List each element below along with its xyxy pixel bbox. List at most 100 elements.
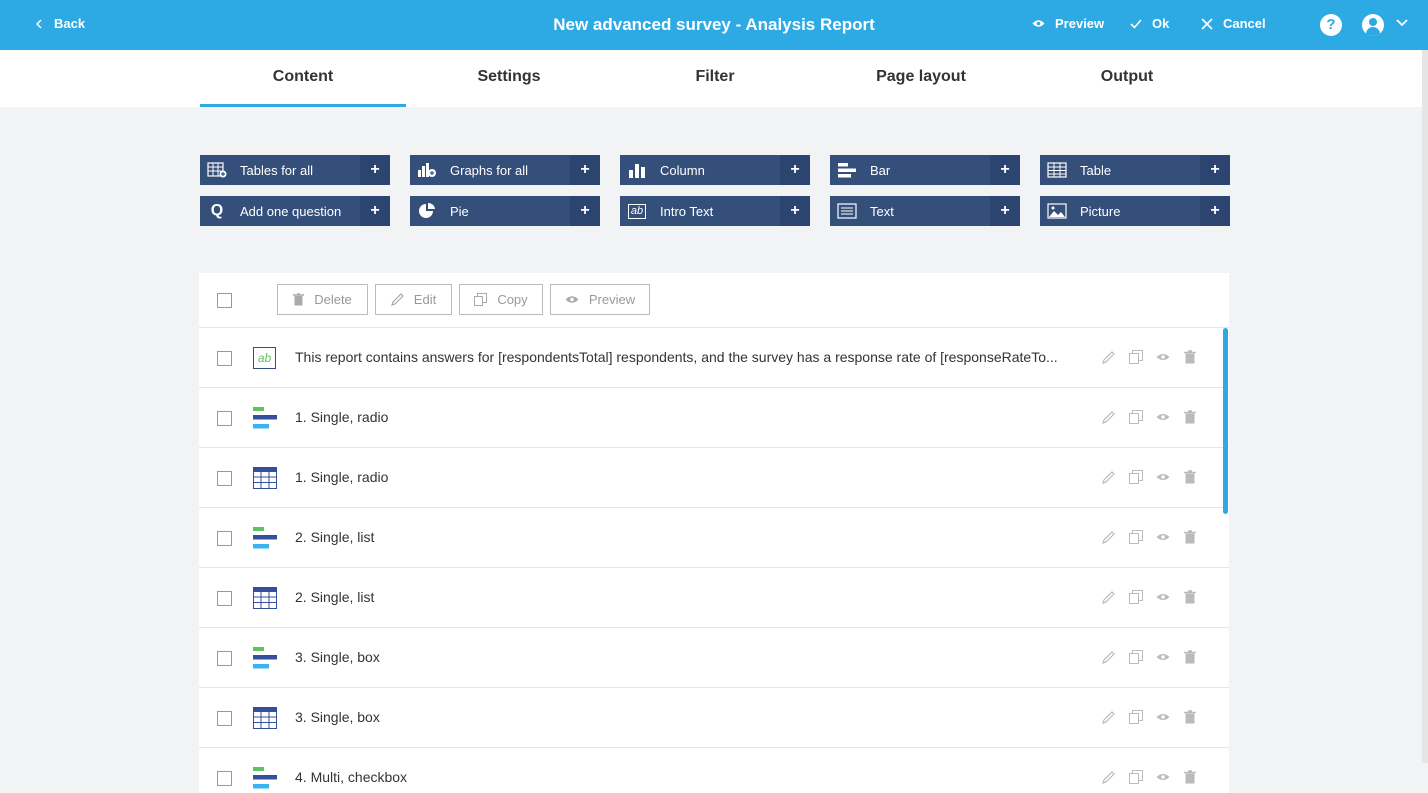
copy-icon[interactable]: [1129, 650, 1143, 664]
copy-icon[interactable]: [1129, 590, 1143, 604]
tables-for-all-button[interactable]: Tables for all +: [200, 155, 390, 185]
list-item[interactable]: 1. Single, radio: [199, 448, 1229, 508]
row-checkbox[interactable]: [217, 471, 232, 486]
edit-icon[interactable]: [1102, 530, 1116, 544]
edit-icon[interactable]: [1102, 590, 1116, 604]
tab-output[interactable]: Output: [1024, 50, 1230, 107]
graphs-for-all-label: Graphs for all: [450, 162, 529, 178]
plus-icon: +: [780, 155, 810, 185]
edit-icon[interactable]: [1102, 710, 1116, 724]
preview-button[interactable]: Preview: [1032, 16, 1104, 31]
back-button[interactable]: Back: [36, 16, 85, 31]
trash-icon[interactable]: [1183, 530, 1197, 544]
edit-icon[interactable]: [1102, 650, 1116, 664]
row-actions: [1102, 350, 1197, 364]
table-icon: [253, 587, 277, 609]
trash-icon[interactable]: [1183, 350, 1197, 364]
row-checkbox[interactable]: [217, 651, 232, 666]
copy-icon[interactable]: [1129, 410, 1143, 424]
ok-button[interactable]: Ok: [1130, 16, 1169, 31]
row-checkbox[interactable]: [217, 771, 232, 786]
list-item[interactable]: 1. Single, radio: [199, 388, 1229, 448]
column-button[interactable]: Column +: [620, 155, 810, 185]
eye-icon[interactable]: [1156, 350, 1170, 364]
tab-page-layout[interactable]: Page layout: [818, 50, 1024, 107]
delete-label: Delete: [314, 292, 352, 307]
tab-settings[interactable]: Settings: [406, 50, 612, 107]
eye-icon[interactable]: [1156, 590, 1170, 604]
list-item[interactable]: 3. Single, box: [199, 688, 1229, 748]
list-item[interactable]: 3. Single, box: [199, 628, 1229, 688]
list-item[interactable]: 4. Multi, checkbox: [199, 748, 1229, 793]
intro-text-button[interactable]: ab Intro Text +: [620, 196, 810, 226]
copy-icon[interactable]: [1129, 350, 1143, 364]
list-item[interactable]: 2. Single, list: [199, 508, 1229, 568]
trash-icon[interactable]: [1183, 770, 1197, 784]
row-actions: [1102, 530, 1197, 544]
edit-icon[interactable]: [1102, 470, 1116, 484]
row-actions: [1102, 590, 1197, 604]
row-checkbox[interactable]: [217, 411, 232, 426]
text-button[interactable]: Text +: [830, 196, 1020, 226]
add-one-question-button[interactable]: Q Add one question +: [200, 196, 390, 226]
eye-icon[interactable]: [1156, 410, 1170, 424]
page-scrollbar[interactable]: [1422, 50, 1428, 763]
row-checkbox[interactable]: [217, 531, 232, 546]
preview-label: Preview: [1055, 16, 1105, 31]
user-avatar-icon[interactable]: [1362, 14, 1384, 36]
trash-icon[interactable]: [1183, 410, 1197, 424]
trash-icon[interactable]: [1183, 470, 1197, 484]
edit-icon[interactable]: [1102, 410, 1116, 424]
chevron-left-icon: [36, 18, 42, 29]
row-label: This report contains answers for [respon…: [295, 349, 1058, 365]
help-icon[interactable]: ?: [1320, 14, 1342, 36]
eye-icon[interactable]: [1156, 470, 1170, 484]
table-icon: [253, 467, 277, 489]
row-checkbox[interactable]: [217, 711, 232, 726]
plus-icon: +: [570, 196, 600, 226]
list-item[interactable]: 2. Single, list: [199, 568, 1229, 628]
bar-button[interactable]: Bar +: [830, 155, 1020, 185]
eye-icon[interactable]: [1156, 650, 1170, 664]
edit-icon[interactable]: [1102, 770, 1116, 784]
copy-button[interactable]: Copy: [459, 284, 543, 315]
eye-icon[interactable]: [1156, 710, 1170, 724]
column-chart-icon: [620, 155, 654, 185]
edit-button[interactable]: Edit: [375, 284, 452, 315]
trash-icon[interactable]: [1183, 650, 1197, 664]
row-actions: [1102, 650, 1197, 664]
tab-content[interactable]: Content: [200, 50, 406, 107]
cancel-button[interactable]: Cancel: [1201, 16, 1266, 31]
trash-icon[interactable]: [1183, 590, 1197, 604]
row-checkbox[interactable]: [217, 351, 232, 366]
delete-button[interactable]: Delete: [277, 284, 368, 315]
tables-for-all-icon: [200, 155, 234, 185]
graphs-for-all-icon: [410, 155, 444, 185]
row-actions: [1102, 710, 1197, 724]
row-checkbox[interactable]: [217, 591, 232, 606]
chevron-down-icon[interactable]: [1396, 19, 1408, 27]
row-label: 2. Single, list: [295, 529, 375, 545]
picture-icon: [1040, 196, 1074, 226]
pie-button[interactable]: Pie +: [410, 196, 600, 226]
picture-button[interactable]: Picture +: [1040, 196, 1230, 226]
trash-icon[interactable]: [1183, 710, 1197, 724]
preview-selected-button[interactable]: Preview: [550, 284, 650, 315]
list-scrollbar[interactable]: [1223, 328, 1228, 514]
eye-icon[interactable]: [1156, 530, 1170, 544]
select-all-checkbox[interactable]: [217, 293, 232, 308]
check-icon: [1130, 18, 1142, 29]
copy-icon[interactable]: [1129, 530, 1143, 544]
copy-icon[interactable]: [1129, 470, 1143, 484]
table-button[interactable]: Table +: [1040, 155, 1230, 185]
copy-icon[interactable]: [1129, 710, 1143, 724]
eye-icon[interactable]: [1156, 770, 1170, 784]
list-item[interactable]: ab This report contains answers for [res…: [199, 328, 1229, 388]
bar-label: Bar: [870, 162, 891, 178]
edit-icon[interactable]: [1102, 350, 1116, 364]
copy-icon[interactable]: [1129, 770, 1143, 784]
tab-filter[interactable]: Filter: [612, 50, 818, 107]
intro-text-icon: ab: [620, 196, 654, 226]
edit-label: Edit: [413, 292, 437, 307]
graphs-for-all-button[interactable]: Graphs for all +: [410, 155, 600, 185]
